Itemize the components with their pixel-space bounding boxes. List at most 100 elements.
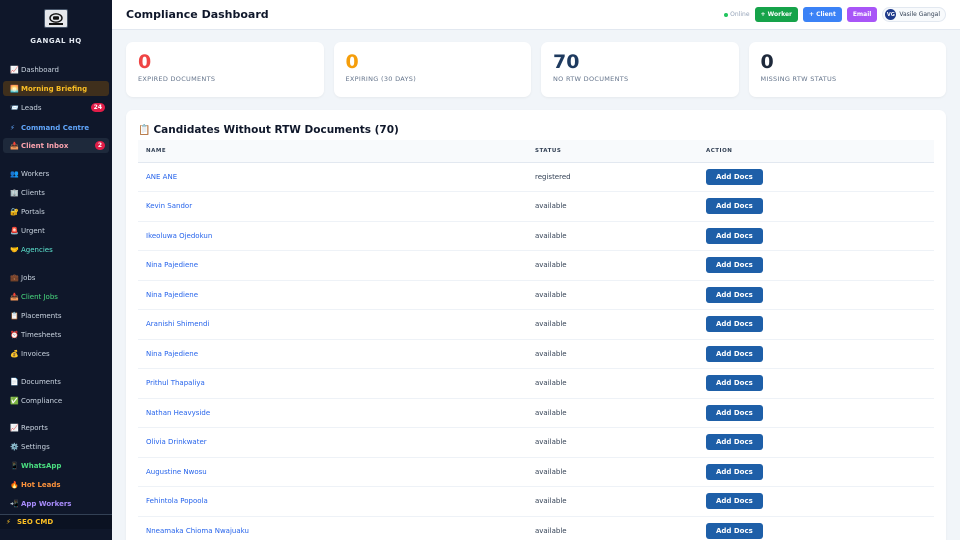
add-docs-button[interactable]: Add Docs	[706, 257, 763, 274]
stat-label: EXPIRED DOCUMENTS	[138, 75, 216, 83]
sidebar-item-label: Timesheets	[21, 330, 62, 339]
add-docs-button[interactable]: Add Docs	[706, 404, 763, 421]
candidate-status: available	[535, 467, 567, 476]
sidebar-item-icon: 📨	[10, 103, 19, 112]
candidate-name-link[interactable]: Prithul Thapaliya	[138, 369, 527, 399]
add-docs-button[interactable]: Add Docs	[706, 316, 763, 333]
column-header-name[interactable]: NAME	[138, 140, 527, 163]
add-docs-button[interactable]: Add Docs	[706, 522, 763, 539]
sidebar-item-leads[interactable]: 📨 Leads 24	[3, 100, 109, 115]
sidebar-item-icon: ⏰	[10, 330, 19, 339]
sidebar-item-hot-leads[interactable]: 🔥 Hot Leads	[3, 477, 109, 492]
stat-value: 0	[345, 51, 359, 73]
sidebar-item-client-inbox[interactable]: 📥 Client Inbox 2	[3, 138, 109, 153]
sidebar-item-timesheets[interactable]: ⏰ Timesheets	[3, 327, 109, 342]
sidebar-item-reports[interactable]: 📈 Reports	[3, 420, 109, 435]
sidebar-item-label: Client Inbox	[21, 141, 69, 150]
table-row: Ikeoluwa Ojedokun available Add Docs	[138, 221, 934, 251]
sidebar-item-workers[interactable]: 👥 Workers	[3, 166, 109, 181]
sidebar-item-icon: 👥	[10, 169, 19, 178]
sidebar-item-compliance[interactable]: ✅ Compliance	[3, 393, 109, 408]
sidebar-item-documents[interactable]: 📄 Documents	[3, 374, 109, 389]
action-cell: Add Docs	[698, 221, 934, 251]
sidebar-item-label: Invoices	[21, 349, 50, 358]
add-docs-button[interactable]: Add Docs	[706, 345, 763, 362]
table-row: Kevin Sandor available Add Docs	[138, 192, 934, 222]
online-dot-icon	[724, 12, 729, 17]
sidebar-item-dashboard[interactable]: 📈 Dashboard	[3, 62, 109, 77]
add-docs-button[interactable]: Add Docs	[706, 493, 763, 510]
sidebar-item-urgent[interactable]: 🚨 Urgent	[3, 223, 109, 238]
stat-card: 0 EXPIRED DOCUMENTS	[126, 42, 324, 97]
sidebar-item-placements[interactable]: 📋 Placements	[3, 308, 109, 323]
email-button[interactable]: Email	[846, 7, 878, 22]
sidebar-item-label: Documents	[21, 377, 61, 386]
sidebar-item-icon: 📥	[10, 292, 19, 301]
user-menu[interactable]: VG Vasile Gangal	[882, 7, 946, 22]
count-badge: 2	[94, 141, 105, 150]
sidebar-item-label: Client Jobs	[21, 292, 58, 301]
sidebar-item-seo-cmd[interactable]: ⚡ SEO CMD	[0, 514, 112, 529]
add-docs-button[interactable]: Add Docs	[706, 434, 763, 451]
action-cell: Add Docs	[698, 192, 934, 222]
sidebar-item-jobs[interactable]: 💼 Jobs	[3, 270, 109, 285]
sidebar-item-agencies[interactable]: 🤝 Agencies	[3, 242, 109, 257]
panel-title-text: Candidates Without RTW Documents (70)	[153, 124, 399, 136]
online-status: Online	[724, 11, 750, 18]
sidebar-item-settings[interactable]: ⚙️ Settings	[3, 439, 109, 454]
candidate-status: available	[535, 202, 567, 211]
sidebar-item-app-workers[interactable]: 📲 App Workers	[3, 496, 109, 511]
candidate-name-link[interactable]: Nina Pajediene	[138, 339, 527, 369]
add-docs-button[interactable]: Add Docs	[706, 198, 763, 215]
lightning-icon: ⚡	[6, 518, 11, 526]
add-docs-button[interactable]: Add Docs	[706, 168, 763, 185]
add-docs-button[interactable]: Add Docs	[706, 463, 763, 480]
sidebar-item-portals[interactable]: 🔐 Portals	[3, 204, 109, 219]
candidate-name-link[interactable]: Ikeoluwa Ojedokun	[138, 221, 527, 251]
candidate-name-link[interactable]: ANE ANE	[138, 162, 527, 192]
sidebar-item-clients[interactable]: 🏢 Clients	[3, 185, 109, 200]
brand-logo[interactable]	[44, 9, 68, 28]
action-cell: Add Docs	[698, 369, 934, 399]
add-docs-button[interactable]: Add Docs	[706, 286, 763, 303]
sidebar-item-morning-briefing[interactable]: 🌅 Morning Briefing	[3, 81, 109, 96]
candidate-name-link[interactable]: Olivia Drinkwater	[138, 428, 527, 458]
candidate-name-link[interactable]: Nathan Heavyside	[138, 398, 527, 428]
candidate-name-link[interactable]: Augustine Nwosu	[138, 457, 527, 487]
candidates-table: NAME STATUS ACTION ANE ANE registered Add …	[138, 140, 934, 540]
add-docs-button[interactable]: Add Docs	[706, 375, 763, 392]
candidate-name-link[interactable]: Fehintola Popoola	[138, 487, 527, 517]
sidebar-item-command-centre[interactable]: ⚡ Command Centre	[3, 120, 109, 135]
sidebar-item-label: Portals	[21, 207, 45, 216]
stat-value: 0	[760, 51, 774, 73]
sidebar-item-whatsapp[interactable]: 📱 WhatsApp	[3, 458, 109, 473]
top-actions: Online + Worker + Client Email VG Vasile…	[724, 7, 946, 22]
sidebar-item-icon: 📈	[10, 65, 19, 74]
action-cell: Add Docs	[698, 487, 934, 517]
candidate-name-link[interactable]: Aranishi Shimendi	[138, 310, 527, 340]
add-worker-button[interactable]: + Worker	[754, 7, 798, 22]
candidate-status: available	[535, 261, 567, 270]
add-docs-button[interactable]: Add Docs	[706, 227, 763, 244]
online-label: Online	[730, 11, 750, 18]
sidebar-item-icon: 📲	[10, 499, 19, 508]
candidate-status: available	[535, 290, 567, 299]
sidebar-item-icon: 📄	[10, 377, 19, 386]
table-row: Nathan Heavyside available Add Docs	[138, 398, 934, 428]
candidate-name-link[interactable]: Kevin Sandor	[138, 192, 527, 222]
sidebar-item-icon: 📱	[10, 461, 19, 470]
candidate-name-link[interactable]: Nina Pajediene	[138, 280, 527, 310]
sidebar-item-invoices[interactable]: 💰 Invoices	[3, 346, 109, 361]
action-cell: Add Docs	[698, 310, 934, 340]
add-client-button[interactable]: + Client	[802, 7, 842, 22]
panel-title: 📋 Candidates Without RTW Documents (70)	[138, 123, 934, 137]
candidate-name-link[interactable]: Nina Pajediene	[138, 251, 527, 281]
sidebar-item-icon: 💰	[10, 349, 19, 358]
table-row: Nina Pajediene available Add Docs	[138, 251, 934, 281]
candidate-status: available	[535, 408, 567, 417]
sidebar-item-client-jobs[interactable]: 📥 Client Jobs	[3, 289, 109, 304]
stat-label: MISSING RTW STATUS	[760, 75, 837, 83]
column-header-status[interactable]: STATUS	[527, 140, 698, 163]
sidebar-item-label: Workers	[21, 169, 50, 178]
candidate-name-link[interactable]: Nneamaka Chioma Nwajuaku	[138, 516, 527, 540]
